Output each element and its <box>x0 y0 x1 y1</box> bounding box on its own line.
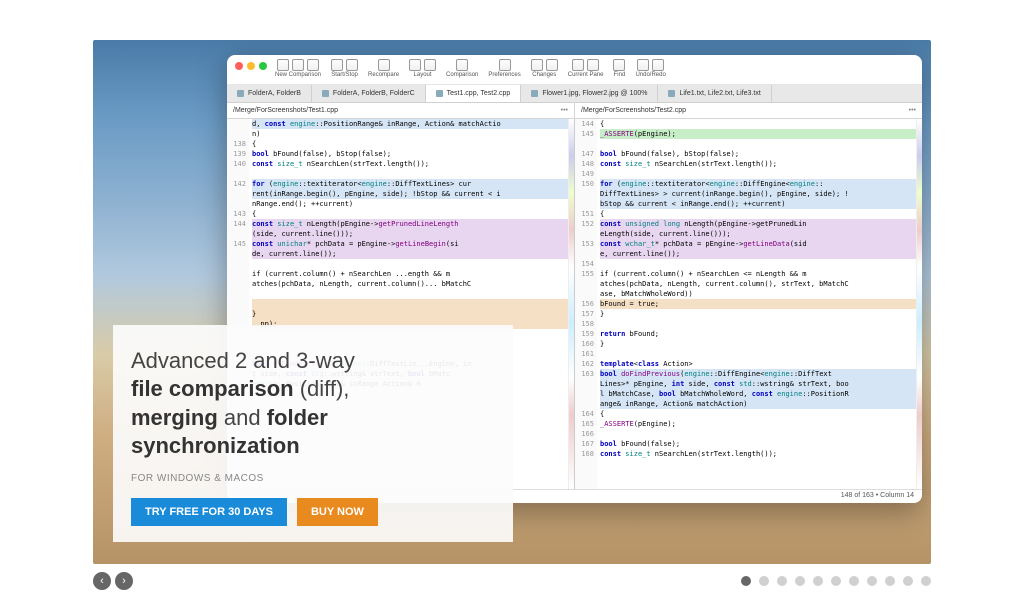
file-icon <box>436 90 443 97</box>
toolbar-label: Find <box>614 72 626 78</box>
tab[interactable]: Life1.txt, Life2.txt, Life3.txt <box>658 85 771 102</box>
hero-slide: New Comparison Start/Stop Recompare Layout C… <box>93 40 931 564</box>
pager-dot[interactable] <box>885 576 895 586</box>
toolbar-icon[interactable] <box>531 59 543 71</box>
pathbar: /Merge/ForScreenshots/Test1.cpp ••• /Merg… <box>227 103 922 119</box>
pager-dot[interactable] <box>831 576 841 586</box>
marketing-overlay: Advanced 2 and 3-way file comparison (di… <box>113 325 513 542</box>
toolbar-icon[interactable] <box>572 59 584 71</box>
toolbar-group: Comparison <box>446 59 478 78</box>
toolbar-icon[interactable] <box>613 59 625 71</box>
pager-dot[interactable] <box>795 576 805 586</box>
toolbar-group: Layout <box>409 59 436 78</box>
minimap-left[interactable] <box>568 119 574 489</box>
toolbar-icon[interactable] <box>652 59 664 71</box>
toolbar-label: Comparison <box>446 72 478 78</box>
toolbar-label: Recompare <box>368 72 399 78</box>
toolbar-icon[interactable] <box>587 59 599 71</box>
zoom-icon[interactable] <box>259 62 267 70</box>
toolbar-label: Start/Stop <box>331 72 358 78</box>
prev-slide-button[interactable]: ‹ <box>93 572 111 590</box>
pager-dot[interactable] <box>813 576 823 586</box>
toolbar-icon[interactable] <box>409 59 421 71</box>
toolbar-group: Start/Stop <box>331 59 358 78</box>
toolbar-icon[interactable] <box>346 59 358 71</box>
file-icon <box>531 90 538 97</box>
more-icon[interactable]: ••• <box>561 107 568 114</box>
carousel-nav: ‹ › <box>93 572 133 590</box>
toolbar-icon[interactable] <box>424 59 436 71</box>
carousel-dots <box>741 576 931 586</box>
more-icon[interactable]: ••• <box>909 107 916 114</box>
pager-dot[interactable] <box>777 576 787 586</box>
toolbar-group: New Comparison <box>275 59 321 78</box>
tabbar: FolderA, FolderB FolderA, FolderB, Folder… <box>227 85 922 103</box>
right-pane[interactable]: 1441451471481491501511521531541551561571… <box>575 119 922 489</box>
right-path: /Merge/ForScreenshots/Test2.cpp <box>581 107 686 114</box>
toolbar-icon[interactable] <box>331 59 343 71</box>
toolbar-icon[interactable] <box>637 59 649 71</box>
toolbar-label: Undo/Redo <box>635 72 665 78</box>
file-icon <box>237 90 244 97</box>
subheadline: FOR WINDOWS & MACOS <box>131 473 495 484</box>
next-slide-button[interactable]: › <box>115 572 133 590</box>
headline: Advanced 2 and 3-way file comparison (di… <box>131 347 495 461</box>
toolbar-label: Current Pane <box>568 72 604 78</box>
pager-dot[interactable] <box>903 576 913 586</box>
toolbar-icon[interactable] <box>546 59 558 71</box>
titlebar: New Comparison Start/Stop Recompare Layout C… <box>227 55 922 85</box>
buy-now-button[interactable]: BUY NOW <box>297 498 378 526</box>
toolbar-group: Find <box>613 59 625 78</box>
tab-label: FolderA, FolderB, FolderC <box>333 90 415 97</box>
toolbar-group: Preferences <box>488 59 520 78</box>
toolbar-icon[interactable] <box>292 59 304 71</box>
pager-dot[interactable] <box>921 576 931 586</box>
toolbar-group: Current Pane <box>568 59 604 78</box>
toolbar-group: Recompare <box>368 59 399 78</box>
toolbar-group: Changes <box>531 59 558 78</box>
toolbar-icon[interactable] <box>277 59 289 71</box>
minimap-right[interactable] <box>916 119 922 489</box>
file-icon <box>668 90 675 97</box>
pager-dot[interactable] <box>849 576 859 586</box>
toolbar-label: Changes <box>532 72 556 78</box>
tab[interactable]: Test1.cpp, Test2.cpp <box>426 85 522 102</box>
pager-dot[interactable] <box>867 576 877 586</box>
toolbar: New Comparison Start/Stop Recompare Layout C… <box>275 59 914 78</box>
try-free-button[interactable]: TRY FREE FOR 30 DAYS <box>131 498 287 526</box>
left-path: /Merge/ForScreenshots/Test1.cpp <box>233 107 338 114</box>
close-icon[interactable] <box>235 62 243 70</box>
tab[interactable]: FolderA, FolderB, FolderC <box>312 85 426 102</box>
tab-label: Life1.txt, Life2.txt, Life3.txt <box>679 90 760 97</box>
toolbar-icon[interactable] <box>499 59 511 71</box>
toolbar-icon[interactable] <box>378 59 390 71</box>
pager-dot[interactable] <box>741 576 751 586</box>
pager-dot[interactable] <box>759 576 769 586</box>
tab[interactable]: Flower1.jpg, Flower2.jpg @ 100% <box>521 85 658 102</box>
toolbar-label: Layout <box>414 72 432 78</box>
file-icon <box>322 90 329 97</box>
toolbar-icon[interactable] <box>307 59 319 71</box>
toolbar-group: Undo/Redo <box>635 59 665 78</box>
tab-label: FolderA, FolderB <box>248 90 301 97</box>
toolbar-icon[interactable] <box>456 59 468 71</box>
tab[interactable]: FolderA, FolderB <box>227 85 312 102</box>
toolbar-label: New Comparison <box>275 72 321 78</box>
minimize-icon[interactable] <box>247 62 255 70</box>
tab-label: Test1.cpp, Test2.cpp <box>447 90 511 97</box>
toolbar-label: Preferences <box>488 72 520 78</box>
tab-label: Flower1.jpg, Flower2.jpg @ 100% <box>542 90 647 97</box>
